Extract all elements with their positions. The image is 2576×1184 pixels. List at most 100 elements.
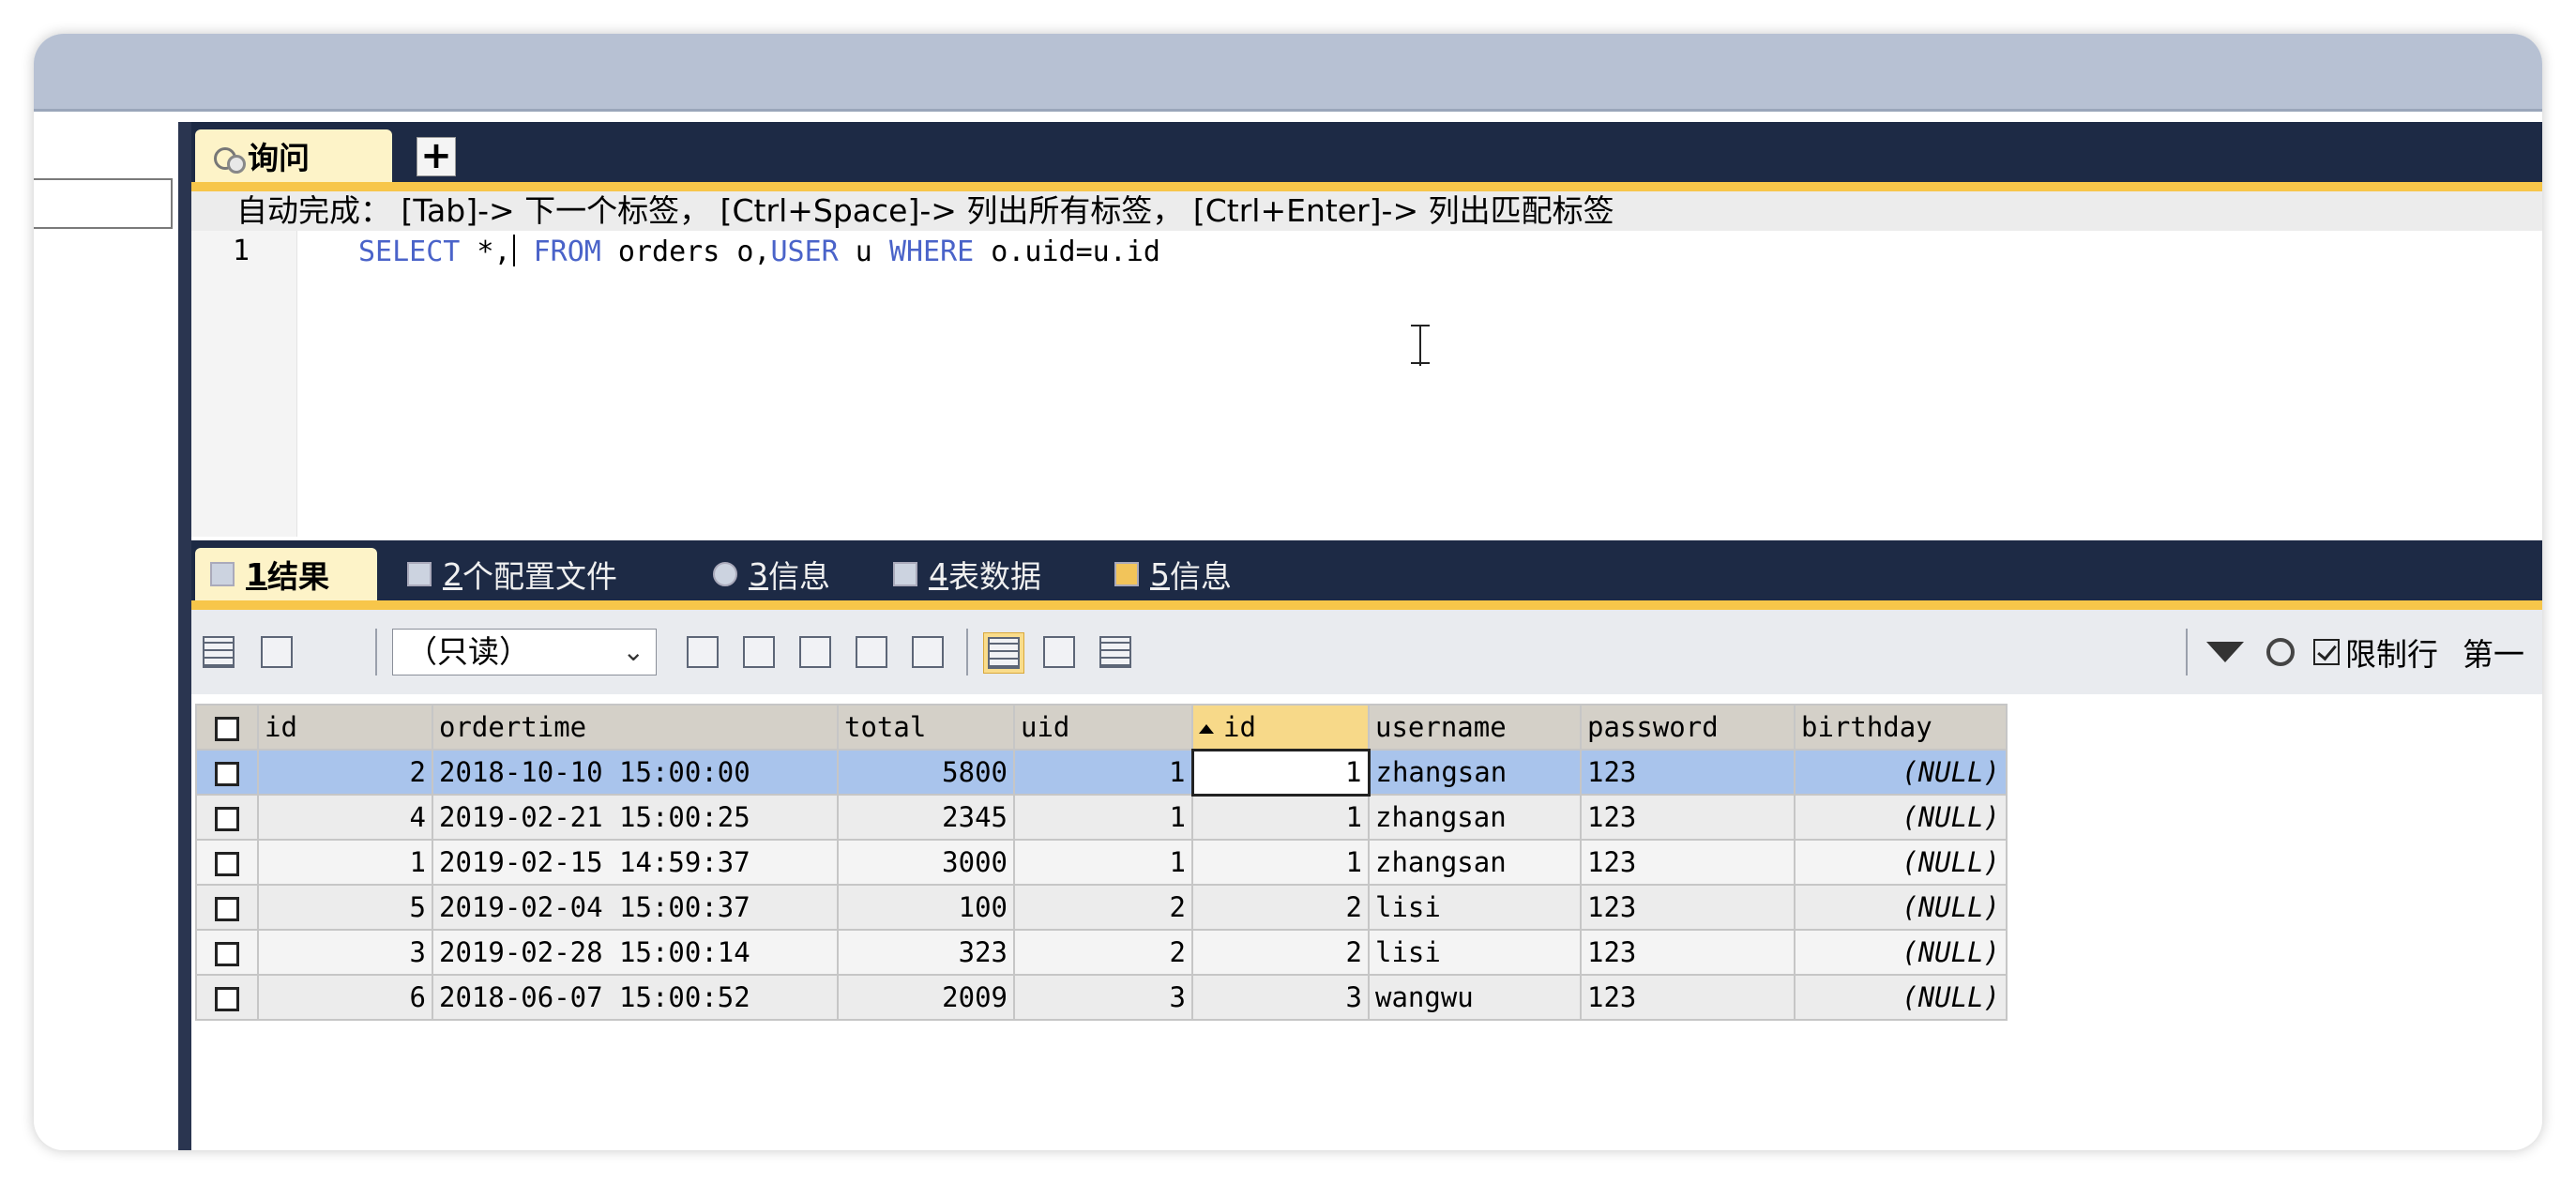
cell-user-id[interactable]: 1 [1191, 839, 1370, 886]
column-header[interactable]: ordertime [432, 704, 839, 751]
table-row[interactable]: 5 2019-02-04 15:00:37 100 2 2 lisi 123 (… [195, 884, 2008, 931]
table-row[interactable]: 6 2018-06-07 15:00:52 2009 3 3 wangwu 12… [195, 974, 2008, 1021]
header-row: id ordertime total uid id username passw… [195, 704, 2008, 751]
cell-id[interactable]: 3 [257, 929, 433, 976]
cell-password[interactable]: 123 [1580, 749, 1796, 796]
add-tab-button[interactable]: + [417, 137, 456, 176]
export-icon[interactable] [199, 632, 238, 672]
row-checkbox[interactable] [195, 974, 259, 1021]
row-checkbox[interactable] [195, 929, 259, 976]
sql-editor[interactable]: 1 SELECT *, FROM orders o,USER u WHERE o… [191, 231, 2542, 537]
column-header[interactable]: uid [1013, 704, 1193, 751]
cell-password[interactable]: 123 [1580, 974, 1796, 1021]
keyword-select: SELECT [358, 235, 461, 268]
cell-total[interactable]: 323 [837, 929, 1015, 976]
mode-select[interactable]: （只读） ⌄ [392, 629, 657, 675]
cell-birthday[interactable]: (NULL) [1794, 839, 2008, 886]
row-checkbox[interactable] [195, 839, 259, 886]
cell-uid[interactable]: 1 [1013, 839, 1193, 886]
cell-password[interactable]: 123 [1580, 929, 1796, 976]
column-header[interactable]: password [1580, 704, 1796, 751]
filter-icon[interactable] [2206, 642, 2244, 662]
cell-password[interactable]: 123 [1580, 794, 1796, 841]
cell-ordertime[interactable]: 2019-02-04 15:00:37 [432, 884, 839, 931]
add-row-icon[interactable] [683, 632, 722, 672]
cell-ordertime[interactable]: 2018-10-10 15:00:00 [432, 749, 839, 796]
cell-user-id[interactable]: 3 [1191, 974, 1370, 1021]
row-checkbox[interactable] [195, 884, 259, 931]
table-row[interactable]: 3 2019-02-28 15:00:14 323 2 2 lisi 123 (… [195, 929, 2008, 976]
column-header[interactable]: birthday [1794, 704, 2008, 751]
cell-id[interactable]: 6 [257, 974, 433, 1021]
tab-info[interactable]: 5 信息 [1114, 548, 1232, 600]
limit-rows-checkbox[interactable] [2313, 639, 2340, 665]
table-row[interactable]: 2 2018-10-10 15:00:00 5800 1 1 zhangsan … [195, 748, 2008, 797]
cell-total[interactable]: 100 [837, 884, 1015, 931]
cancel-changes-icon[interactable] [908, 632, 947, 672]
cell-total[interactable]: 3000 [837, 839, 1015, 886]
cell-ordertime[interactable]: 2019-02-15 14:59:37 [432, 839, 839, 886]
cell-uid[interactable]: 2 [1013, 929, 1193, 976]
column-header[interactable]: total [837, 704, 1015, 751]
column-header-sorted[interactable]: id [1191, 704, 1370, 751]
import-dropdown-icon[interactable] [257, 632, 296, 672]
code-token: u [838, 235, 889, 268]
cell-ordertime[interactable]: 2018-06-07 15:00:52 [432, 974, 839, 1021]
cell-username[interactable]: zhangsan [1368, 794, 1582, 841]
object-filter-input[interactable] [34, 178, 173, 229]
cell-birthday[interactable]: (NULL) [1794, 749, 2008, 796]
select-all-checkbox[interactable] [195, 704, 259, 751]
cell-username[interactable]: lisi [1368, 929, 1582, 976]
cell-birthday[interactable]: (NULL) [1794, 794, 2008, 841]
form-view-icon[interactable] [1039, 632, 1079, 672]
cell-birthday[interactable]: (NULL) [1794, 974, 2008, 1021]
cell-uid[interactable]: 1 [1013, 749, 1193, 796]
sql-code-line[interactable]: SELECT *, FROM orders o,USER u WHERE o.u… [358, 235, 1160, 268]
cell-total[interactable]: 2009 [837, 974, 1015, 1021]
tab-results[interactable]: 1 结果 [195, 548, 377, 600]
cell-id[interactable]: 1 [257, 839, 433, 886]
cell-username[interactable]: lisi [1368, 884, 1582, 931]
save-icon[interactable] [796, 632, 835, 672]
cell-uid[interactable]: 1 [1013, 794, 1193, 841]
cell-user-id[interactable]: 2 [1191, 884, 1370, 931]
cell-password[interactable]: 123 [1580, 884, 1796, 931]
line-gutter: 1 [191, 231, 297, 537]
cell-id[interactable]: 2 [257, 749, 433, 796]
refresh-icon[interactable] [2266, 638, 2295, 666]
cell-total[interactable]: 5800 [837, 749, 1015, 796]
table-row[interactable]: 1 2019-02-15 14:59:37 3000 1 1 zhangsan … [195, 839, 2008, 886]
column-header[interactable]: id [257, 704, 433, 751]
tab-messages[interactable]: 3 信息 [713, 548, 830, 600]
cell-user-id[interactable]: 1 [1191, 794, 1370, 841]
grid-view-icon[interactable] [983, 632, 1024, 674]
cell-birthday[interactable]: (NULL) [1794, 884, 2008, 931]
duplicate-row-icon[interactable] [739, 632, 779, 672]
cell-total[interactable]: 2345 [837, 794, 1015, 841]
cell-username[interactable]: zhangsan [1368, 749, 1582, 796]
query-workspace: 询问 + 自动完成： [Tab]-> 下一个标签， [Ctrl+Space]->… [191, 122, 2542, 1150]
cell-id[interactable]: 4 [257, 794, 433, 841]
tab-profiles[interactable]: 2 个配置文件 [407, 548, 617, 600]
text-view-icon[interactable] [1096, 632, 1135, 672]
result-grid: id ordertime total uid id username passw… [195, 704, 2008, 1021]
cell-birthday[interactable]: (NULL) [1794, 929, 2008, 976]
tab-table-data[interactable]: 4 表数据 [893, 548, 1041, 600]
panel-splitter[interactable] [178, 122, 191, 1150]
tab-query[interactable]: 询问 [195, 129, 392, 182]
cell-user-id[interactable]: 2 [1191, 929, 1370, 976]
table-row[interactable]: 4 2019-02-21 15:00:25 2345 1 1 zhangsan … [195, 794, 2008, 841]
cell-user-id[interactable]: 1 [1190, 748, 1371, 797]
row-checkbox[interactable] [195, 794, 259, 841]
cell-password[interactable]: 123 [1580, 839, 1796, 886]
cell-uid[interactable]: 2 [1013, 884, 1193, 931]
delete-icon[interactable] [852, 632, 891, 672]
cell-username[interactable]: wangwu [1368, 974, 1582, 1021]
cell-username[interactable]: zhangsan [1368, 839, 1582, 886]
cell-id[interactable]: 5 [257, 884, 433, 931]
column-header[interactable]: username [1368, 704, 1582, 751]
cell-uid[interactable]: 3 [1013, 974, 1193, 1021]
cell-ordertime[interactable]: 2019-02-28 15:00:14 [432, 929, 839, 976]
row-checkbox[interactable] [195, 749, 259, 796]
cell-ordertime[interactable]: 2019-02-21 15:00:25 [432, 794, 839, 841]
